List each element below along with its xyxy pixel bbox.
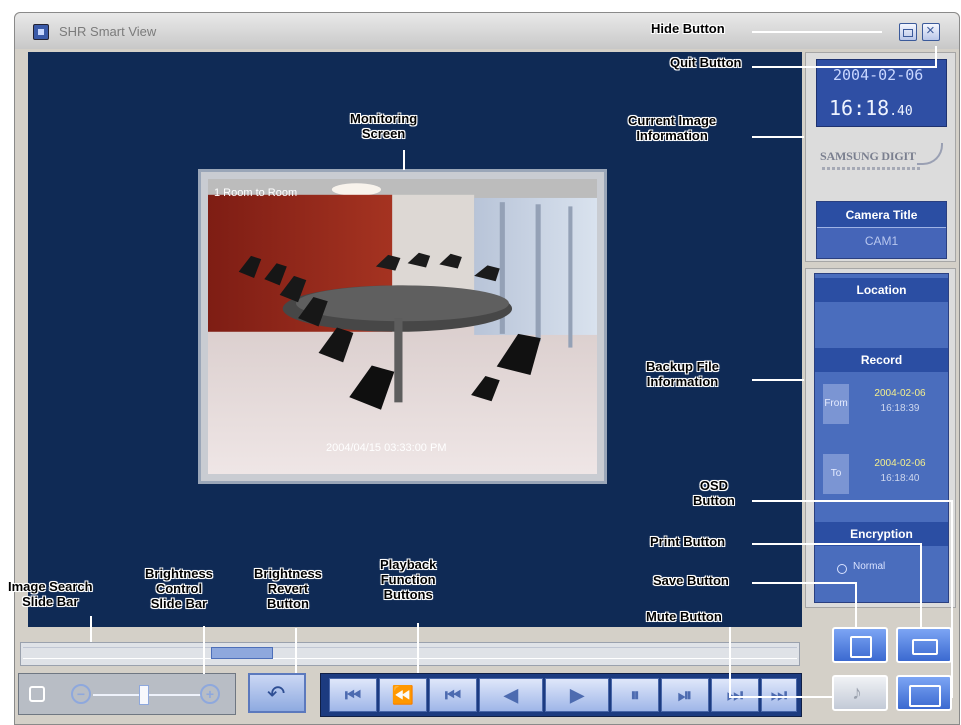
to-label: To bbox=[823, 454, 849, 494]
callout-playback-text: Playback Function Buttons bbox=[380, 557, 437, 602]
mute-button[interactable] bbox=[832, 675, 888, 711]
from-value: 2004-02-06 16:18:39 bbox=[855, 388, 945, 414]
callout-backup: Backup File Information bbox=[646, 359, 719, 390]
to-date: 2004-02-06 bbox=[874, 458, 926, 469]
callout-backup-text: Backup File Information bbox=[646, 359, 719, 389]
camera-title-box: Camera Title CAM1 bbox=[816, 201, 947, 259]
callout-line-print bbox=[752, 543, 922, 545]
reverse-play-button[interactable]: ◀ bbox=[479, 678, 543, 712]
print-button[interactable] bbox=[896, 627, 952, 663]
brightness-slider-knob[interactable] bbox=[139, 685, 149, 705]
callout-line-monitoring bbox=[403, 150, 405, 170]
camera-title-label: Camera Title bbox=[817, 202, 946, 228]
slide-track-inner bbox=[23, 647, 797, 659]
quit-button[interactable] bbox=[922, 22, 940, 41]
save-button[interactable] bbox=[832, 627, 888, 663]
step-back-button[interactable]: ⏮ bbox=[429, 678, 477, 712]
camera-title-value: CAM1 bbox=[864, 234, 899, 248]
encryption-normal-label: Normal bbox=[853, 561, 886, 572]
callout-line-mute-h bbox=[729, 696, 833, 698]
callout-line-print-v bbox=[920, 543, 922, 627]
callout-line-image-search bbox=[90, 616, 92, 642]
image-search-slide-bar[interactable] bbox=[20, 642, 800, 666]
callout-osd: OSD Button bbox=[693, 478, 735, 509]
from-label: From bbox=[823, 384, 849, 424]
brand-logo: SAMSUNG DIGIT bbox=[816, 135, 947, 187]
current-time: 16:18.40 bbox=[829, 96, 913, 120]
play-end-button[interactable]: ⏭ bbox=[761, 678, 797, 712]
callout-hide: Hide Button bbox=[651, 21, 725, 36]
play-button[interactable]: ▶ bbox=[545, 678, 609, 712]
current-time-fraction: .40 bbox=[889, 104, 913, 119]
current-image-info-panel: 2004-02-06 16:18.40 SAMSUNG DIGIT Camera… bbox=[805, 52, 956, 262]
pause-button[interactable]: ⏸ bbox=[611, 678, 659, 712]
backup-info-box: Location Record From 2004-02-06 16:18:39… bbox=[814, 273, 949, 603]
location-label: Location bbox=[815, 278, 948, 302]
brightness-revert-button[interactable] bbox=[248, 673, 306, 713]
monitoring-screen: 1 Room to Room 2004/04/15 03:33:00 PM bbox=[198, 169, 607, 484]
brightness-reset-icon[interactable] bbox=[29, 686, 45, 702]
callout-mute: Mute Button bbox=[646, 609, 722, 624]
window-title: SHR Smart View bbox=[59, 24, 157, 39]
callout-save: Save Button bbox=[653, 573, 729, 588]
callout-monitoring-text: Monitoring Screen bbox=[350, 111, 418, 141]
current-date: 2004-02-06 bbox=[833, 66, 924, 84]
osd-timestamp: 2004/04/15 03:33:00 PM bbox=[326, 442, 447, 454]
step-forward-button[interactable]: ⏯ bbox=[661, 678, 709, 712]
callout-image-search: Image Search Slide Bar bbox=[8, 579, 93, 610]
callout-line-mute-v bbox=[729, 627, 731, 697]
callout-line-brightness-revert bbox=[295, 628, 297, 673]
record-label: Record bbox=[815, 348, 948, 372]
callout-line-current-image bbox=[752, 136, 804, 138]
callout-line-osd bbox=[752, 500, 953, 502]
encryption-radio[interactable] bbox=[837, 564, 847, 574]
callout-image-search-text: Image Search Slide Bar bbox=[8, 579, 93, 609]
callout-print: Print Button bbox=[650, 534, 726, 549]
current-time-main: 16:18 bbox=[829, 96, 890, 120]
osd-camera-label: 1 Room to Room bbox=[214, 187, 298, 199]
osd-button[interactable] bbox=[896, 675, 952, 711]
brand-text: SAMSUNG DIGIT bbox=[820, 149, 916, 163]
callout-line-backup bbox=[752, 379, 804, 381]
callout-monitoring: Monitoring Screen bbox=[350, 111, 418, 142]
fast-forward-button[interactable]: ⏭ bbox=[711, 678, 759, 712]
from-time: 16:18:39 bbox=[880, 403, 920, 414]
callout-current-image: Current Image Information bbox=[628, 113, 717, 144]
image-search-thumb[interactable] bbox=[211, 647, 273, 659]
from-date: 2004-02-06 bbox=[874, 388, 926, 399]
to-value: 2004-02-06 16:18:40 bbox=[855, 458, 945, 484]
brightness-minus-icon[interactable]: − bbox=[71, 684, 91, 704]
callout-line-playback bbox=[417, 623, 419, 673]
conference-room-image bbox=[208, 179, 597, 474]
brightness-control-panel: − + bbox=[18, 673, 236, 715]
logo-underline bbox=[822, 167, 922, 170]
callout-brightness-revert: Brightness Revert Button bbox=[254, 566, 322, 612]
callout-line-save bbox=[752, 582, 857, 584]
callout-playback: Playback Function Buttons bbox=[380, 557, 437, 603]
logo-swoosh bbox=[917, 143, 943, 165]
callout-line-osd-v bbox=[951, 500, 953, 698]
callout-osd-text: OSD Button bbox=[693, 478, 735, 508]
to-time: 16:18:40 bbox=[880, 473, 920, 484]
app-icon bbox=[33, 24, 49, 40]
datetime-box: 2004-02-06 16:18.40 bbox=[816, 59, 947, 127]
hide-button[interactable] bbox=[899, 23, 917, 41]
callout-line-hide bbox=[752, 31, 882, 33]
rewind-button[interactable]: ⏪ bbox=[379, 678, 427, 712]
callout-line-quit-v bbox=[935, 46, 937, 68]
callout-quit: Quit Button bbox=[670, 55, 742, 70]
callout-brightness-control-text: Brightness Control Slide Bar bbox=[145, 566, 213, 611]
camera-image: 1 Room to Room 2004/04/15 03:33:00 PM bbox=[208, 179, 597, 474]
brightness-plus-icon[interactable]: + bbox=[200, 684, 220, 704]
callout-current-image-text: Current Image Information bbox=[628, 113, 717, 143]
callout-line-quit bbox=[752, 66, 937, 68]
callout-line-brightness-control bbox=[203, 626, 205, 674]
play-start-button[interactable]: ⏮ bbox=[329, 678, 377, 712]
callout-brightness-revert-text: Brightness Revert Button bbox=[254, 566, 322, 611]
backup-file-info-panel: Location Record From 2004-02-06 16:18:39… bbox=[805, 268, 956, 608]
callout-brightness-control: Brightness Control Slide Bar bbox=[145, 566, 213, 612]
callout-line-save-v bbox=[855, 582, 857, 628]
